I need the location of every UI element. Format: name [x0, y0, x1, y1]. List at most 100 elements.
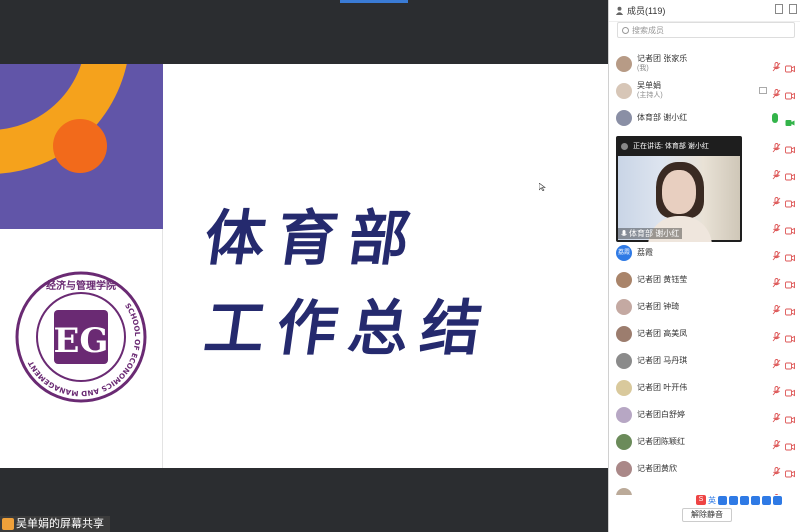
mouse-cursor-icon — [539, 183, 546, 191]
search-placeholder: 搜索成员 — [632, 25, 664, 35]
mic-off-icon[interactable] — [772, 275, 781, 287]
camera-off-icon[interactable] — [785, 303, 795, 315]
active-speaker-video[interactable]: 正在讲话: 体育部 谢小红 体育部 谢小红 — [616, 136, 742, 242]
mic-off-icon[interactable] — [772, 383, 781, 395]
mic-off-icon[interactable] — [772, 437, 781, 449]
camera-off-icon[interactable] — [785, 411, 795, 423]
mic-off-icon[interactable] — [772, 194, 781, 206]
members-panel: 成员(119) 搜索成员 记者团 张家乐 (我) 吴单娟 (主持人) 体育部 谢小红 荔霞… — [608, 0, 800, 532]
camera-off-icon[interactable] — [785, 384, 795, 396]
member-text: 吴单娟 (主持人) — [637, 81, 663, 100]
avatar — [616, 109, 632, 126]
speaking-indicator: 正在讲话: 体育部 谢小红 — [616, 136, 742, 156]
member-row[interactable]: 记者团白舒婷 — [609, 401, 800, 428]
ime-toolbar: S 英 — [696, 494, 800, 506]
member-row[interactable]: 记者团 马丹琪 — [609, 347, 800, 374]
camera-off-icon[interactable] — [785, 222, 795, 234]
member-role: (主持人) — [637, 92, 663, 99]
member-text: 记者团 钟琦 — [637, 302, 679, 312]
member-text: 记者团 黄钰莹 — [637, 275, 687, 285]
ime-tool-1-icon[interactable] — [718, 495, 727, 505]
avatar — [616, 82, 632, 99]
screen-share-tag[interactable]: 吴单娟的屏幕共享 — [0, 516, 110, 532]
member-text: 记者团 叶开伟 — [637, 383, 687, 393]
mic-off-icon[interactable] — [772, 140, 781, 152]
camera-off-icon[interactable] — [785, 141, 795, 153]
mic-off-icon[interactable] — [772, 221, 781, 233]
slide-left-panel: SCHOOL OF ECONOMICS AND MANAGEMENT 经济与管理… — [0, 64, 163, 468]
camera-off-icon[interactable] — [785, 249, 795, 261]
member-row[interactable]: 吴单娟 (主持人) — [609, 77, 800, 104]
member-name: 记者团 马丹琪 — [637, 355, 688, 365]
meeting-window: SCHOOL OF ECONOMICS AND MANAGEMENT 经济与管理… — [0, 0, 800, 532]
member-name: 记者团 钟琦 — [637, 301, 680, 311]
avatar — [616, 298, 632, 315]
mic-off-icon[interactable] — [772, 464, 781, 476]
member-row[interactable]: 体育部 谢小红 — [609, 104, 800, 131]
camera-off-icon[interactable] — [785, 168, 795, 180]
member-row[interactable]: 荔霞 荔霞 — [609, 239, 800, 266]
avatar: 荔霞 — [616, 244, 632, 261]
avatar — [616, 271, 632, 288]
member-row[interactable]: 记者团 张家乐 (我) — [609, 50, 800, 77]
mic-off-icon[interactable] — [772, 302, 781, 314]
ime-lang[interactable]: 英 — [708, 495, 716, 506]
members-icon — [615, 6, 624, 15]
members-title: 成员(119) — [627, 6, 666, 16]
member-list: 记者团 张家乐 (我) 吴单娟 (主持人) 体育部 谢小红 荔霞 荔霞 记者团 黄钰莹 记者团 … — [609, 50, 800, 495]
avatar — [616, 325, 632, 342]
video-name-text: 体育部 谢小红 — [629, 229, 680, 238]
mic-off-icon[interactable] — [772, 59, 781, 71]
member-row[interactable]: 记者团陈颖红 — [609, 428, 800, 455]
ime-tool-3-icon[interactable] — [740, 495, 749, 505]
mic-on-icon[interactable] — [772, 112, 778, 123]
member-name: 记者团 张家乐 — [637, 54, 688, 63]
mic-off-icon[interactable] — [772, 329, 781, 341]
mic-off-icon[interactable] — [772, 167, 781, 179]
camera-off-icon[interactable] — [785, 87, 795, 99]
camera-off-icon[interactable] — [785, 330, 795, 342]
host-icon — [759, 87, 767, 94]
popout-icon[interactable] — [775, 4, 783, 14]
search-icon — [622, 26, 629, 34]
mic-off-icon[interactable] — [772, 410, 781, 422]
camera-off-icon[interactable] — [785, 357, 795, 369]
speaker-avatar — [621, 142, 628, 150]
mic-off-icon[interactable] — [772, 356, 781, 368]
sogou-icon[interactable]: S — [696, 495, 706, 505]
mic-off-icon[interactable] — [772, 248, 781, 260]
member-row[interactable]: 记者团 叶开伟 — [609, 374, 800, 401]
member-name: 记者团白舒婷 — [637, 409, 685, 419]
member-name: 记者团黄欣 — [637, 463, 677, 473]
camera-off-icon[interactable] — [785, 195, 795, 207]
member-name: 荔霞 — [637, 247, 653, 257]
avatar — [616, 406, 632, 423]
member-row[interactable]: 记者团 钟琦 — [609, 293, 800, 320]
camera-off-icon[interactable] — [785, 276, 795, 288]
ime-tool-5-icon[interactable] — [762, 495, 771, 505]
member-row[interactable]: 记者团 黄钰莹 — [609, 266, 800, 293]
presentation-slide: SCHOOL OF ECONOMICS AND MANAGEMENT 经济与管理… — [0, 64, 608, 468]
camera-off-icon[interactable] — [785, 438, 795, 450]
member-name: 记者团 黄钰莹 — [637, 274, 688, 284]
ime-tool-4-icon[interactable] — [751, 495, 760, 505]
member-name: 吴单娟 — [637, 81, 661, 90]
camera-off-icon[interactable] — [785, 60, 795, 72]
decorative-dot — [53, 119, 107, 173]
decorative-block — [0, 64, 163, 229]
member-row[interactable]: 记者团 高美凤 — [609, 320, 800, 347]
camera-off-icon[interactable] — [785, 465, 795, 477]
ime-tool-2-icon[interactable] — [729, 495, 738, 505]
ime-tool-6-icon[interactable] — [773, 495, 782, 505]
member-row[interactable]: 记者团黄欣 — [609, 455, 800, 482]
member-search-input[interactable]: 搜索成员 — [617, 22, 795, 38]
mic-off-icon[interactable] — [772, 86, 781, 98]
unmute-button[interactable]: 解除静音 — [682, 508, 732, 522]
member-name: 体育部 谢小红 — [637, 112, 688, 122]
menu-icon[interactable] — [789, 4, 797, 14]
share-top-bar — [0, 0, 608, 64]
member-role: (我) — [637, 65, 649, 72]
avatar — [616, 352, 632, 369]
logo-top-text: 经济与管理学院 — [46, 279, 116, 292]
camera-on-icon[interactable] — [785, 114, 795, 126]
